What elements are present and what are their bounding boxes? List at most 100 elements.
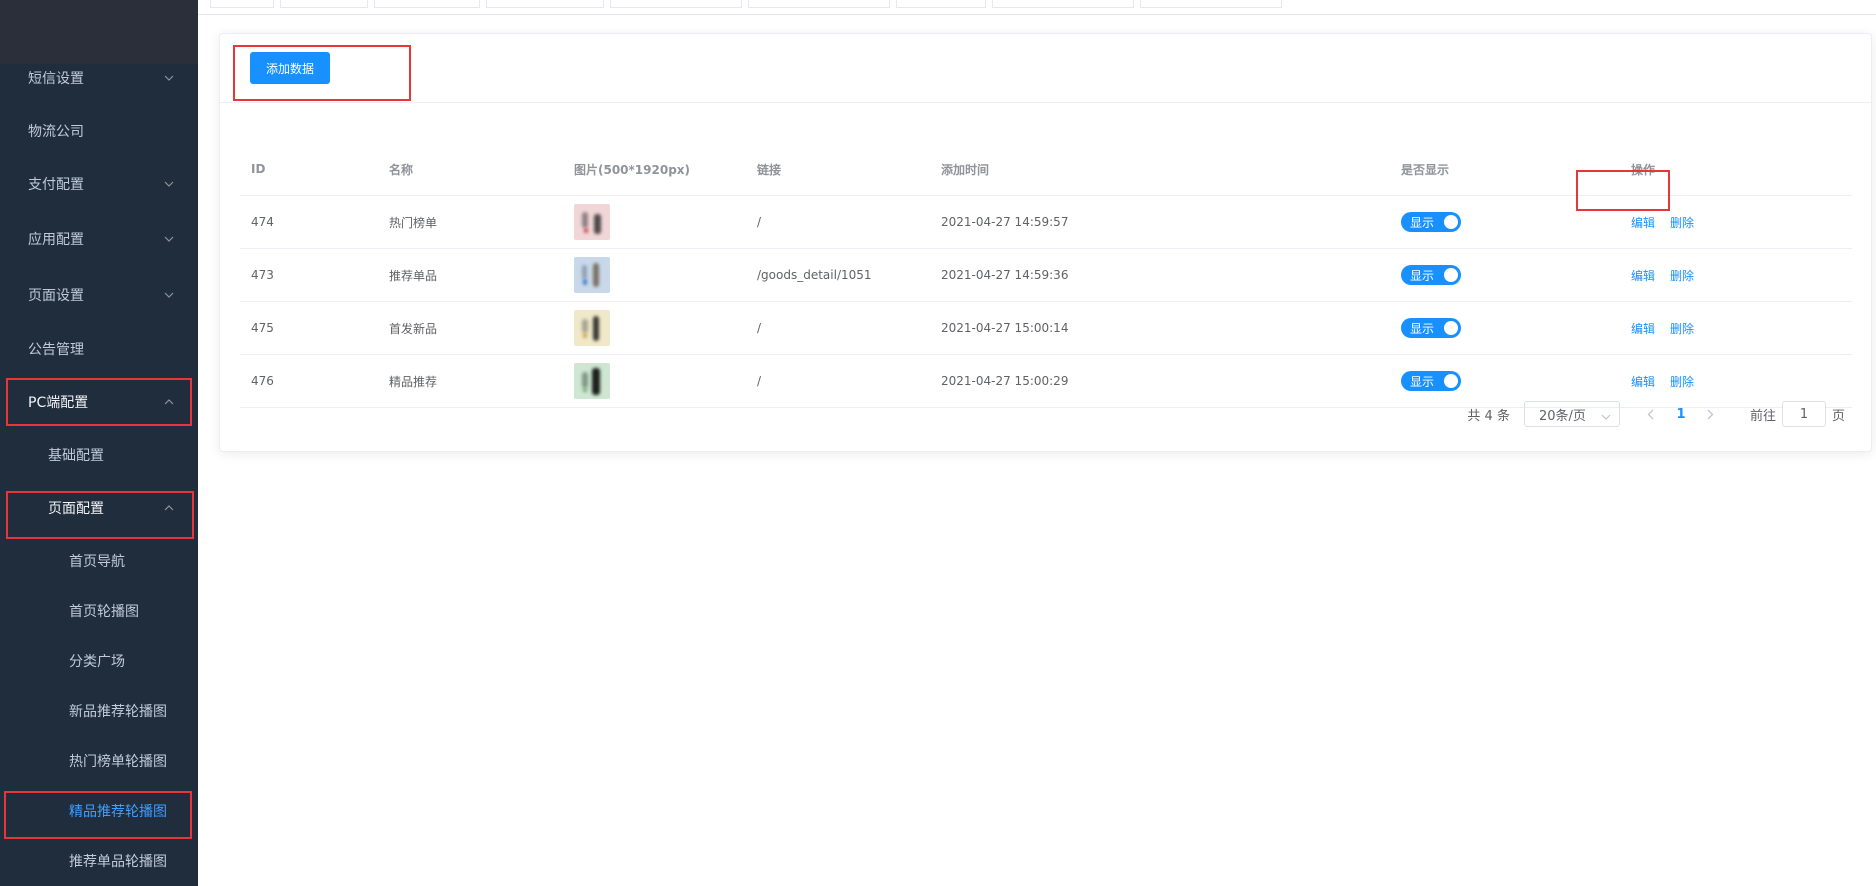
sidebar-item-label: 应用配置 [28,232,84,248]
page-number-current[interactable]: 1 [1666,407,1696,422]
table-header: ID 名称 图片(500*1920px) 链接 添加时间 是否显示 操作 [240,143,1852,196]
sidebar-item-logistics[interactable]: 物流公司 [0,106,198,156]
image-thumbnail[interactable] [574,204,610,240]
cell-id: 476 [251,374,274,388]
sidebar-item-new-products-carousel[interactable]: 新品推荐轮播图 [0,686,198,736]
sidebar-item-boutique-carousel[interactable]: 精品推荐轮播图 [0,786,198,836]
edit-link[interactable]: 编辑 [1631,267,1655,284]
tag-item[interactable] [210,0,274,8]
cell-display: 显示 [1401,355,1461,407]
sidebar-item-category-square[interactable]: 分类广场 [0,636,198,686]
cell-added-time: 2021-04-27 15:00:14 [941,321,1069,335]
sidebar-item-home-nav[interactable]: 首页导航 [0,536,198,586]
sidebar-item-home-carousel[interactable]: 首页轮播图 [0,586,198,636]
edit-link[interactable]: 编辑 [1631,214,1655,231]
delete-link[interactable]: 删除 [1670,373,1694,390]
sidebar-item-payment-config[interactable]: 支付配置 [0,159,198,209]
tag-item[interactable] [486,0,604,8]
cell-image [574,249,610,301]
delete-link[interactable]: 删除 [1670,214,1694,231]
cell-name: 推荐单品 [389,268,438,283]
sidebar-item-basic-config[interactable]: 基础配置 [0,430,198,480]
cell-link: / [757,374,762,388]
chevron-down-icon [162,177,176,191]
header-link: 链接 [757,162,782,177]
tag-item[interactable] [748,0,890,8]
tag-item[interactable] [992,0,1134,8]
sidebar-item-pc-config[interactable]: PC端配置 [0,377,198,427]
table-row: 475 首发新品 / 2021-04-27 15:00:14 显示 编辑 删除 [240,302,1852,355]
sidebar-item-label: 首页轮播图 [69,604,139,620]
add-data-button[interactable]: 添加数据 [250,52,330,84]
toggle-label: 显示 [1410,215,1435,230]
toggle-label: 显示 [1410,374,1435,389]
sidebar-item-sms-settings[interactable]: 短信设置 [0,53,198,103]
tag-item[interactable] [896,0,986,8]
goto-label: 前往 [1749,408,1776,424]
cell-link: / [757,215,762,229]
sidebar-item-label: 基础配置 [48,448,104,464]
cell-actions: 编辑 删除 [1631,302,1694,354]
delete-link[interactable]: 删除 [1670,320,1694,337]
cell-image [574,355,610,407]
data-table: ID 名称 图片(500*1920px) 链接 添加时间 是否显示 操作 474… [240,143,1852,408]
tag-item[interactable] [280,0,368,8]
cell-added-time: 2021-04-27 14:59:36 [941,268,1069,282]
display-toggle[interactable]: 显示 [1401,318,1461,338]
image-thumbnail[interactable] [574,257,610,293]
toggle-knob [1444,374,1458,388]
sidebar-item-label: 短信设置 [28,71,84,87]
sidebar-item-label: 支付配置 [28,177,84,193]
table-row: 473 推荐单品 /goods_detail/1051 2021-04-27 1… [240,249,1852,302]
toggle-knob [1444,215,1458,229]
toggle-knob [1444,268,1458,282]
chevron-right-icon[interactable] [1696,409,1726,420]
chevron-down-icon [162,71,176,85]
chevron-down-icon [162,288,176,302]
tag-item[interactable] [1140,0,1282,8]
sidebar-item-label: 分类广场 [69,654,125,670]
delete-link[interactable]: 删除 [1670,267,1694,284]
sidebar-item-label: 页面配置 [48,501,104,517]
toggle-knob [1444,321,1458,335]
header-actions: 操作 [1631,162,1656,177]
content-card: 添加数据 ID 名称 图片(500*1920px) 链接 添加时间 是否显示 操… [219,33,1872,452]
edit-link[interactable]: 编辑 [1631,320,1655,337]
sidebar-item-page-settings[interactable]: 页面设置 [0,270,198,320]
cell-name: 精品推荐 [389,374,438,389]
cell-actions: 编辑 删除 [1631,196,1694,248]
tags-bar [198,0,1876,15]
sidebar-item-label: PC端配置 [28,395,89,411]
cell-link: / [757,321,762,335]
sidebar: 短信设置 物流公司 支付配置 应用配置 页面设置 公告管理 PC端配置 基础配置… [0,0,198,886]
image-thumbnail[interactable] [574,363,610,399]
sidebar-item-recommended-single-carousel[interactable]: 推荐单品轮播图 [0,836,198,886]
sidebar-item-page-config[interactable]: 页面配置 [0,483,198,533]
edit-link[interactable]: 编辑 [1631,373,1655,390]
sidebar-item-app-config[interactable]: 应用配置 [0,214,198,264]
sidebar-item-label: 新品推荐轮播图 [69,704,167,720]
sidebar-item-announcements[interactable]: 公告管理 [0,324,198,374]
sidebar-item-label: 公告管理 [28,342,84,358]
display-toggle[interactable]: 显示 [1401,265,1461,285]
display-toggle[interactable]: 显示 [1401,212,1461,232]
cell-id: 473 [251,268,274,282]
image-thumbnail[interactable] [574,310,610,346]
sidebar-item-hot-list-carousel[interactable]: 热门榜单轮播图 [0,736,198,786]
cell-id: 475 [251,321,274,335]
tag-item[interactable] [610,0,742,8]
chevron-up-icon [162,395,176,409]
tag-item[interactable] [374,0,480,8]
cell-id: 474 [251,215,274,229]
page-size-value: 20条/页 [1538,408,1586,424]
pagination: 共 4 条 20条/页 1 前往 页 [1467,400,1845,428]
display-toggle[interactable]: 显示 [1401,371,1461,391]
sidebar-item-label: 首页导航 [69,554,125,570]
cell-name: 热门榜单 [389,215,438,230]
page-size-select[interactable]: 20条/页 [1523,401,1620,427]
cell-display: 显示 [1401,302,1461,354]
header-id: ID [251,162,266,176]
toggle-label: 显示 [1410,268,1435,283]
chevron-left-icon[interactable] [1636,409,1666,420]
goto-page-input[interactable] [1781,401,1826,427]
